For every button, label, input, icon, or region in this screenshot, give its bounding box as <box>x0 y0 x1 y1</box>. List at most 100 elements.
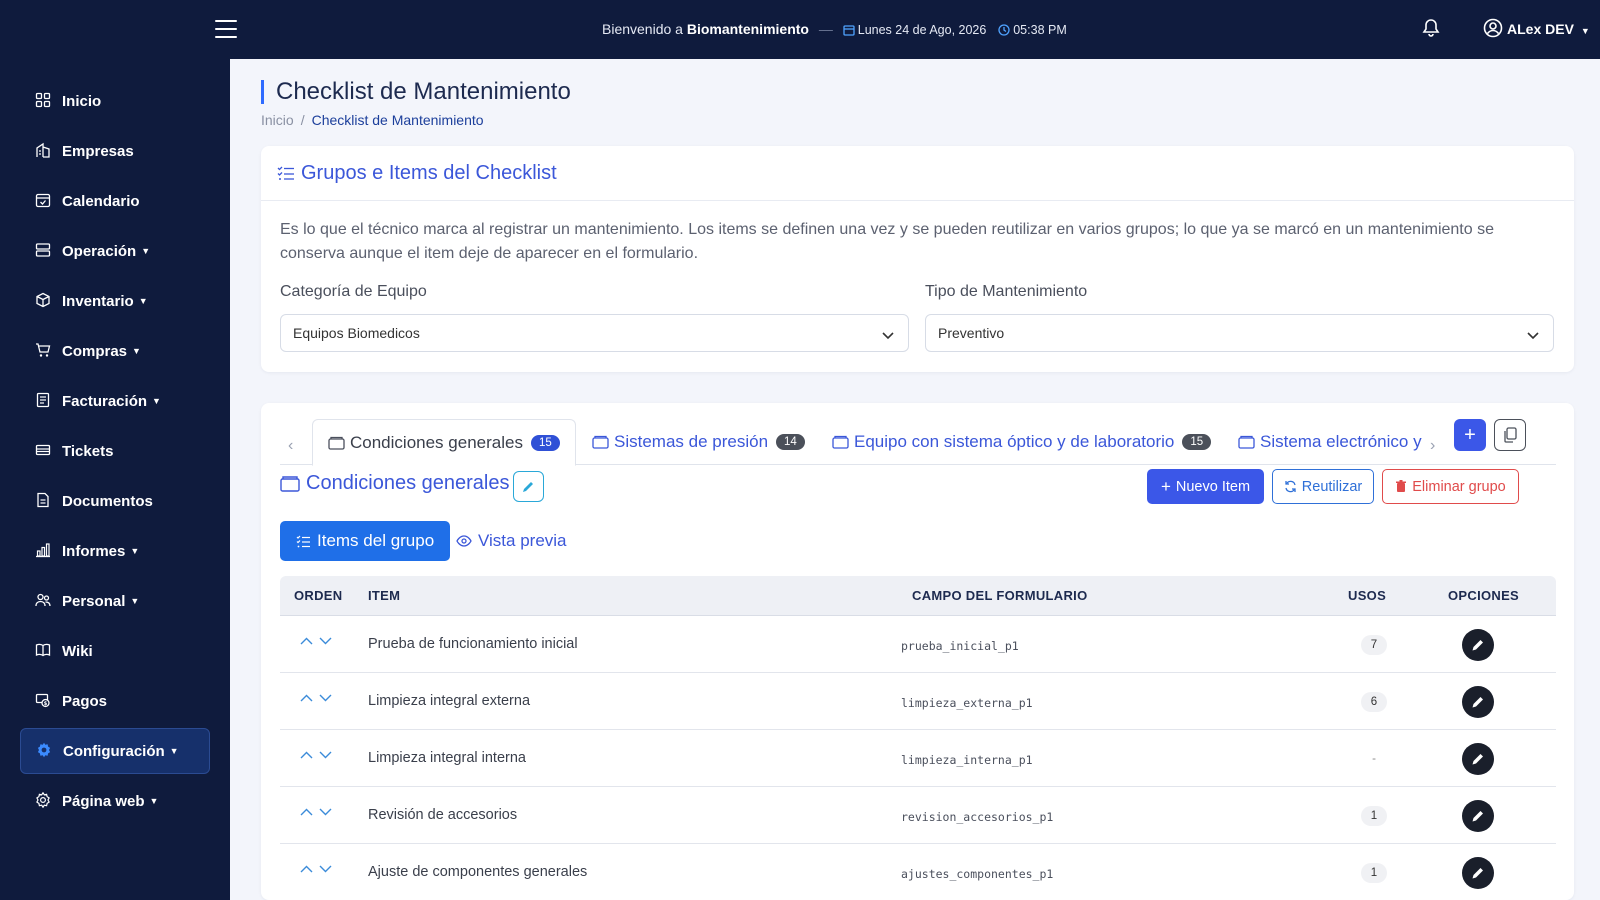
tab-count-badge: 14 <box>776 434 805 450</box>
table-row: Prueba de funcionamiento inicial prueba_i… <box>280 616 1556 673</box>
current-time: 05:38 PM <box>1013 23 1067 37</box>
tab-label: Equipo con sistema óptico y de laborator… <box>854 432 1175 451</box>
type-label: Tipo de Mantenimiento <box>925 283 1088 300</box>
chevron-up-icon[interactable] <box>300 694 313 702</box>
uses-badge: 7 <box>1361 635 1387 655</box>
reorder-controls <box>300 865 332 873</box>
sidebar-item-label: Pagos <box>62 692 108 710</box>
box-icon <box>35 292 53 310</box>
maintenance-type-select[interactable]: Preventivo <box>925 314 1554 352</box>
pencil-icon <box>1471 752 1485 766</box>
sidebar-item-documentos[interactable]: Documentos <box>20 478 210 524</box>
svg-text:$: $ <box>44 701 48 707</box>
chevron-up-icon[interactable] <box>300 751 313 759</box>
building-icon <box>35 142 53 160</box>
groups-card: ‹ Condiciones generales 15 Sistemas de p… <box>261 403 1574 900</box>
caret-down-icon: ▼ <box>152 396 161 406</box>
pencil-icon <box>1471 809 1485 823</box>
edit-item-button[interactable] <box>1462 686 1494 718</box>
reorder-controls <box>300 694 332 702</box>
chevron-up-icon[interactable] <box>300 808 313 816</box>
caret-down-icon: ▼ <box>169 746 179 756</box>
chevron-down-icon[interactable] <box>319 694 332 702</box>
category-select[interactable]: Equipos Biomedicos <box>280 314 909 352</box>
caret-down-icon: ▼ <box>138 296 148 306</box>
folder-icon <box>1238 435 1255 449</box>
edit-group-button[interactable] <box>513 471 544 502</box>
sidebar-item-wiki[interactable]: Wiki <box>20 628 210 674</box>
tab-preview[interactable]: Vista previa <box>456 521 567 561</box>
tab-preview-label: Vista previa <box>478 531 567 550</box>
user-menu[interactable]: ALex DEV ▼ <box>1483 18 1590 41</box>
chevron-down-icon[interactable] <box>319 808 332 816</box>
tab-sistemas-de-presion[interactable]: Sistemas de presión 14 <box>592 419 805 465</box>
welcome-banner: Bienvenido a Biomantenimiento — Lunes 24… <box>602 21 1067 37</box>
edit-item-button[interactable] <box>1462 743 1494 775</box>
chevron-right-icon[interactable]: › <box>1430 437 1435 455</box>
table-row: Limpieza integral interna limpieza_intern… <box>280 730 1556 787</box>
form-field-name: limpieza_externa_p1 <box>901 696 1033 710</box>
column-header-uses: USOS <box>1348 588 1387 603</box>
pencil-icon <box>1471 638 1485 652</box>
caret-down-icon: ▼ <box>141 246 151 256</box>
column-header-field: CAMPO DEL FORMULARIO <box>912 588 1088 603</box>
sidebar-item-pagina-web[interactable]: Página web ▼ <box>20 778 210 824</box>
item-name: Prueba de funcionamiento inicial <box>368 636 578 652</box>
sidebar-item-facturacion[interactable]: Facturación ▼ <box>20 378 210 424</box>
tab-equipo-optico[interactable]: Equipo con sistema óptico y de laborator… <box>832 419 1212 465</box>
eye-icon <box>456 535 472 547</box>
user-circle-icon <box>1483 18 1503 41</box>
sidebar-item-pagos[interactable]: $ Pagos <box>20 678 210 724</box>
sidebar-item-personal[interactable]: Personal ▼ <box>20 578 210 624</box>
group-tabs: ‹ Condiciones generales 15 Sistemas de p… <box>280 419 1556 466</box>
table-row: Revisión de accesorios revision_accesorio… <box>280 787 1556 844</box>
category-value: Equipos Biomedicos <box>293 325 420 341</box>
gear-fill-icon <box>36 742 54 760</box>
sidebar-item-label: Operación <box>62 242 137 260</box>
edit-item-button[interactable] <box>1462 800 1494 832</box>
reorder-controls <box>300 751 332 759</box>
edit-item-button[interactable] <box>1462 629 1494 661</box>
chevron-down-icon: ▼ <box>1580 26 1590 36</box>
reorder-controls <box>300 637 332 645</box>
sidebar-item-informes[interactable]: Informes ▼ <box>20 528 210 574</box>
sidebar-item-calendario[interactable]: Calendario <box>20 178 210 224</box>
chevron-down-icon[interactable] <box>319 865 332 873</box>
sidebar-item-empresas[interactable]: Empresas <box>20 128 210 174</box>
delete-group-button[interactable]: Eliminar grupo <box>1382 469 1519 504</box>
tab-condiciones-generales[interactable]: Condiciones generales 15 <box>312 419 576 466</box>
uses-badge: 1 <box>1361 806 1387 826</box>
breadcrumb: Inicio / Checklist de Mantenimiento <box>261 112 484 128</box>
menu-toggle-button[interactable] <box>215 20 237 38</box>
sidebar-item-inicio[interactable]: Inicio <box>20 78 210 124</box>
chevron-down-icon <box>882 327 894 343</box>
refresh-icon <box>1284 480 1297 493</box>
tab-sistema-electronico[interactable]: Sistema electrónico y <box>1238 419 1422 465</box>
chevron-down-icon[interactable] <box>319 637 332 645</box>
receipt-icon <box>35 392 53 410</box>
new-item-button[interactable]: + Nuevo Item <box>1147 469 1264 504</box>
reuse-button[interactable]: Reutilizar <box>1272 469 1374 504</box>
chevron-down-icon[interactable] <box>319 751 332 759</box>
add-group-button[interactable]: + <box>1454 419 1486 451</box>
edit-item-button[interactable] <box>1462 857 1494 889</box>
tab-group-items[interactable]: Items del grupo <box>280 521 451 561</box>
sidebar-item-configuracion[interactable]: Configuración ▼ <box>20 728 210 774</box>
breadcrumb-home-link[interactable]: Inicio <box>261 112 294 128</box>
chevron-up-icon[interactable] <box>300 637 313 645</box>
sidebar-item-tickets[interactable]: Tickets <box>20 428 210 474</box>
chevron-up-icon[interactable] <box>300 865 313 873</box>
grid-icon <box>35 92 53 110</box>
sidebar-item-compras[interactable]: Compras ▼ <box>20 328 210 374</box>
sidebar-item-inventario[interactable]: Inventario ▼ <box>20 278 210 324</box>
gear-icon <box>35 792 53 810</box>
copy-group-button[interactable] <box>1494 419 1526 451</box>
sidebar-item-label: Empresas <box>62 142 134 160</box>
ticket-icon <box>35 442 53 460</box>
pencil-icon <box>522 480 535 493</box>
bell-icon[interactable] <box>1422 18 1442 40</box>
top-bar: Bienvenido a Biomantenimiento — Lunes 24… <box>0 0 1600 59</box>
sidebar-item-operacion[interactable]: Operación ▼ <box>20 228 210 274</box>
chevron-left-icon[interactable]: ‹ <box>288 437 293 455</box>
cash-icon: $ <box>35 692 53 710</box>
